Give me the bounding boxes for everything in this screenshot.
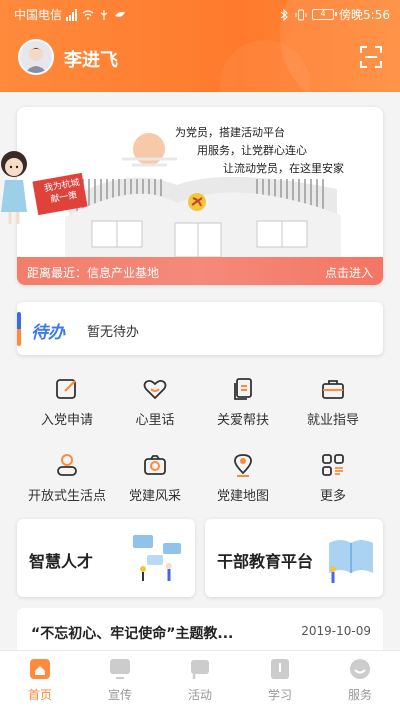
cadre-education-card[interactable]: 干部教育平台 [205,519,383,597]
smart-talent-card[interactable]: 智慧人才 [17,519,195,597]
vibrate-icon [295,9,307,20]
menu-label: 就业指导 [306,413,359,428]
card-title: 智慧人才 [29,552,94,571]
todo-status-text: 暂无待办 [87,325,140,340]
tab-label: 活动 [187,688,212,702]
menu-label: 更多 [319,489,346,504]
avatar[interactable] [18,39,54,75]
wifi-icon [82,9,94,20]
person-icon [57,454,77,476]
menu-item-employment-guide[interactable]: 就业指导 [288,376,378,440]
menu-label: 开放式生活点 [27,489,106,504]
banner-slogan-1: 为党员，搭建活动平台 [175,126,285,139]
todo-card[interactable]: 待办 暂无待办 [17,302,383,355]
tab-label: 服务 [347,688,372,702]
edit-icon [56,379,76,399]
enter-link[interactable]: 点击进入 [325,264,373,281]
menu-label: 关爱帮扶 [216,413,269,428]
menu-label: 入党申请 [40,413,93,428]
menu-item-more[interactable]: 更多 [288,452,378,516]
bird-icon [115,11,126,17]
usb-icon [100,9,108,20]
menu-item-heart-talk[interactable]: 心里话 [110,376,200,440]
carrier-label: 中国电信 [14,8,63,22]
todo-accent-bar [17,312,21,346]
username[interactable]: 李进飞 [64,46,118,72]
news-item[interactable]: “不忘初心、牢记使命”主题教... 2019-10-09 [17,608,383,650]
camera-icon [144,455,166,475]
tab-label: 首页 [27,688,52,702]
menu-item-party-style[interactable]: 党建风采 [110,452,200,516]
tab-publicity[interactable]: 宣传 [80,657,160,709]
tab-study[interactable]: 学习 [240,657,320,709]
battery-indicator: 4 [312,9,338,20]
card-title: 干部教育平台 [217,552,314,571]
smile-icon [350,659,370,679]
monitor-icon [110,659,130,679]
scan-icon[interactable] [360,46,382,68]
menu-label: 党建风采 [128,489,181,504]
status-bar: 中国电信 4 傍晚5:56 [0,0,400,28]
home-icon [30,659,50,679]
todo-title: 待办 [31,323,65,343]
banner-location-strip[interactable]: 距离最近：信息产业基地 点击进入 [17,257,383,285]
signal-icon [66,8,78,21]
user-avatar-icon [20,41,52,73]
menu-item-party-map[interactable]: 党建地图 [198,452,288,516]
banner-carousel[interactable]: 为党员，搭建活动平台 用服务，让党群心连心 让流动党员，在这里安家 我为杭城 献… [17,107,383,285]
menu-label: 党建地图 [216,489,269,504]
tab-service[interactable]: 服务 [320,657,400,709]
heart-icon [143,379,167,400]
flag-icon [191,660,209,679]
documents-icon [234,378,252,400]
nearest-location-text: 距离最近：信息产业基地 [27,266,160,280]
book-illustration [329,540,373,583]
menu-item-care-support[interactable]: 关爱帮扶 [198,376,288,440]
menu-item-open-life-point[interactable]: 开放式生活点 [22,452,112,516]
talent-illustration [133,535,181,581]
banner-slogan-2: 用服务，让党群心连心 [197,144,307,157]
map-pin-icon [234,454,252,477]
menu-item-party-application[interactable]: 入党申请 [22,376,112,440]
tab-label: 学习 [267,688,292,702]
clock: 傍晚5:56 [339,8,390,22]
bluetooth-icon [280,8,288,21]
menu-label: 心里话 [135,413,175,428]
book-icon [271,659,289,679]
briefcase-icon [322,380,344,399]
tab-home[interactable]: 首页 [0,657,80,709]
more-grid-icon [322,454,344,476]
header: 中国电信 4 傍晚5:56 李进飞 [0,0,400,92]
news-title: “不忘初心、牢记使命”主题教... [31,626,234,642]
news-date: 2019-10-09 [301,624,371,638]
tab-activity[interactable]: 活动 [160,657,240,709]
bottom-tab-bar: 首页 宣传 活动 学习 服务 [0,650,400,711]
tab-label: 宣传 [107,688,132,702]
banner-slogan-3: 让流动党员，在这里安家 [223,162,344,175]
mascot-girl-icon [1,151,27,224]
